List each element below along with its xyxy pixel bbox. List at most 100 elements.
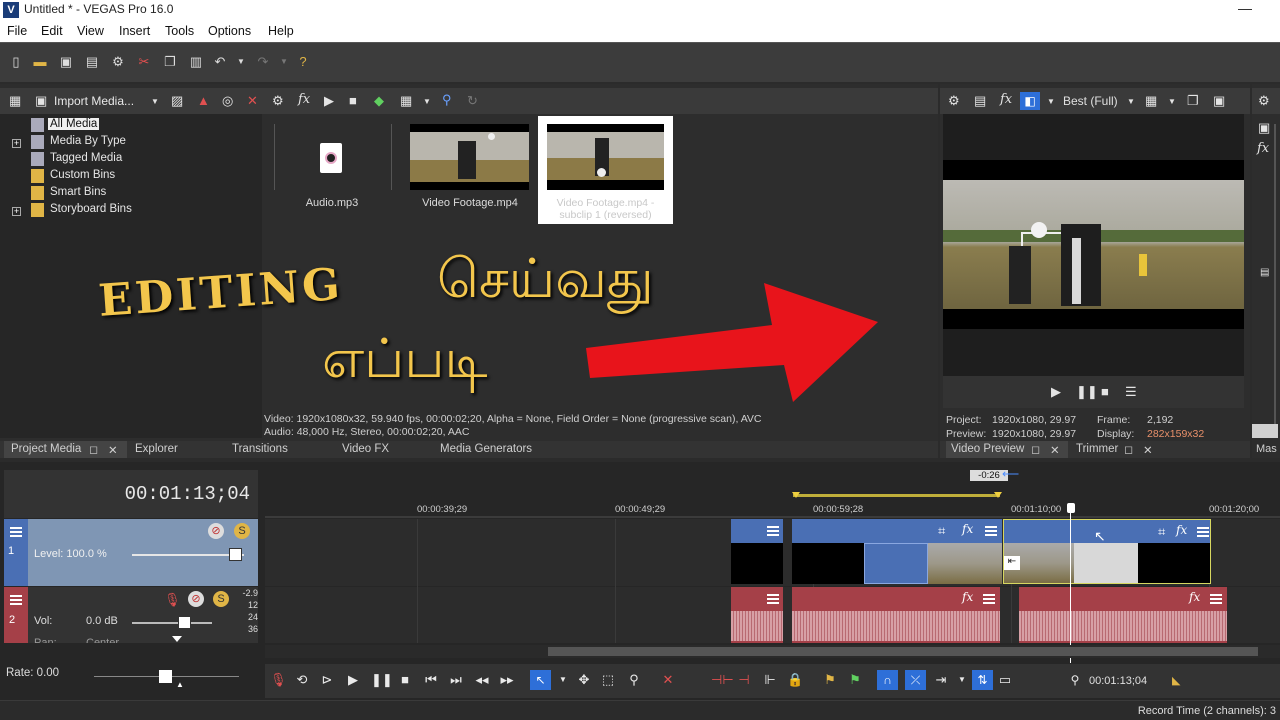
remove-unused-icon[interactable]: ◎ — [222, 94, 233, 108]
float-icon[interactable]: ◻ — [1124, 443, 1133, 457]
video-track-header[interactable]: 1 ⊘ S Level: 100.0 % — [4, 519, 258, 586]
preview-menu-icon[interactable]: ☰ — [1125, 385, 1137, 399]
cut-icon[interactable]: ✂ — [137, 55, 151, 69]
go-to-end-icon[interactable]: ⏭ — [448, 673, 464, 687]
import-media-icon[interactable]: ▣ — [35, 94, 47, 108]
audio-file-icon[interactable] — [320, 143, 342, 173]
clip-menu-icon[interactable] — [1210, 594, 1222, 604]
close-icon[interactable]: ✕ — [108, 443, 118, 457]
clip-menu-icon[interactable] — [983, 594, 995, 604]
fader-handle-icon[interactable]: ▤ — [1260, 266, 1269, 280]
save-as-icon[interactable]: ▤ — [85, 55, 99, 69]
whats-this-help-icon[interactable]: ? — [296, 55, 310, 69]
solo-icon[interactable]: S — [213, 591, 229, 607]
pause-icon[interactable]: ❚❚ — [371, 673, 393, 687]
save-icon[interactable]: ▣ — [59, 55, 73, 69]
expand-icon[interactable]: + — [12, 139, 21, 148]
undo-dropdown-icon[interactable]: ▼ — [234, 55, 248, 69]
loop-start-handle[interactable] — [792, 492, 800, 498]
record-arm-icon[interactable]: 🎙 — [164, 592, 181, 608]
float-icon[interactable]: ◻ — [89, 443, 98, 457]
tree-custom-bins[interactable]: Custom Bins — [50, 169, 115, 181]
minimize-icon[interactable] — [1238, 9, 1252, 10]
quality-dropdown-icon[interactable]: ▼ — [1127, 95, 1135, 109]
save-snapshot-icon[interactable]: ▣ — [1213, 94, 1225, 108]
ripple-dropdown-icon[interactable]: ▼ — [954, 673, 970, 687]
playhead-handle[interactable] — [1067, 503, 1075, 513]
close-icon[interactable]: ✕ — [1050, 443, 1060, 457]
tab-master[interactable]: Mas — [1256, 443, 1277, 455]
level-slider-handle[interactable] — [229, 548, 242, 561]
lock-icon[interactable]: 🔒 — [787, 673, 803, 687]
marker-icon[interactable]: ⚑ — [822, 673, 838, 687]
solo-icon[interactable]: S — [234, 523, 250, 539]
audio-track-header[interactable]: 2 🎙 ⊘ S Vol: 0.0 dB Pan: Center -2.9 12 … — [4, 587, 258, 643]
menu-insert[interactable]: Insert — [119, 24, 150, 38]
overlays-dropdown-icon[interactable]: ▼ — [1168, 95, 1176, 109]
prev-frame-icon[interactable]: ◂◂ — [474, 673, 490, 687]
clip-menu-icon[interactable] — [767, 594, 779, 604]
ripple-icon[interactable]: ⇥ — [933, 673, 949, 687]
mute-icon[interactable]: ⊘ — [188, 591, 204, 607]
tab-video-fx[interactable]: Video FX — [342, 443, 389, 457]
loop-region[interactable] — [793, 494, 1000, 497]
clip-fx-icon[interactable]: fx — [962, 522, 973, 536]
tree-smart-bins[interactable]: Smart Bins — [50, 186, 106, 198]
playhead[interactable] — [1070, 513, 1071, 663]
media-tree-icon[interactable]: ▦ — [9, 94, 21, 108]
selected-media-item[interactable]: Video Footage.mp4 - subclip 1 (reversed) — [538, 116, 673, 224]
auto-crossfade-icon[interactable]: ⤫ — [905, 670, 926, 690]
record-icon[interactable]: 🎙 — [270, 673, 287, 687]
video-clip[interactable] — [731, 519, 783, 584]
trim-start-icon[interactable]: ⊣ — [736, 673, 752, 687]
mute-icon[interactable]: ⊘ — [208, 523, 224, 539]
tab-project-media[interactable]: Project Media — [11, 443, 81, 457]
clip-menu-icon[interactable] — [767, 526, 779, 536]
lock-envelopes-icon[interactable]: ⇅ — [972, 670, 993, 690]
clip-menu-icon[interactable] — [1197, 527, 1209, 537]
overlays-icon[interactable]: ▦ — [1145, 94, 1157, 108]
search-icon[interactable]: ⚲ — [442, 93, 452, 107]
redo-dropdown-icon[interactable]: ▼ — [277, 55, 291, 69]
master-scroll[interactable] — [1252, 424, 1278, 438]
video-thumbnail[interactable] — [410, 124, 529, 190]
float-icon[interactable]: ◻ — [1031, 443, 1040, 457]
envelope-tool-icon[interactable]: ✥ — [576, 673, 592, 687]
next-frame-icon[interactable]: ▸▸ — [499, 673, 515, 687]
tree-all-media[interactable]: All Media — [48, 118, 100, 130]
pan-handle[interactable] — [172, 636, 182, 642]
play-from-start-icon[interactable]: ⊳ — [319, 673, 335, 687]
stop-icon[interactable]: ■ — [349, 94, 357, 108]
go-to-start-icon[interactable]: ⏮ — [423, 673, 439, 687]
tree-storyboard-bins[interactable]: Storyboard Bins — [50, 203, 132, 215]
redo-icon[interactable]: ↷ — [256, 55, 270, 69]
device-icon[interactable]: ▤ — [974, 94, 986, 108]
preview-pause-icon[interactable]: ❚❚ — [1076, 385, 1098, 399]
loop-playback-icon[interactable]: ⟲ — [294, 673, 310, 687]
clip-fx-icon[interactable]: fx — [962, 590, 973, 604]
preview-play-icon[interactable]: ▶ — [1051, 385, 1061, 399]
play-icon[interactable]: ▶ — [324, 94, 334, 108]
tab-explorer[interactable]: Explorer — [135, 443, 178, 457]
split-icon[interactable]: ⊩ — [762, 673, 778, 687]
open-icon[interactable]: ▬ — [33, 55, 47, 69]
preview-settings-icon[interactable]: ⚙ — [948, 94, 960, 108]
auto-scroll-icon[interactable]: ▭ — [997, 673, 1013, 687]
tab-media-generators[interactable]: Media Generators — [440, 443, 532, 457]
tab-video-preview[interactable]: Video Preview — [951, 443, 1024, 457]
split-dropdown-icon[interactable]: ▼ — [1047, 95, 1055, 109]
import-dropdown-icon[interactable]: ▼ — [151, 95, 159, 109]
rate-slider-handle[interactable] — [159, 670, 172, 683]
auto-preview-icon[interactable]: ◆ — [374, 94, 384, 108]
preview-stop-icon[interactable]: ■ — [1101, 385, 1109, 399]
reverse-icon[interactable]: ⇤ — [1004, 556, 1020, 570]
mixer-settings-icon[interactable]: ⚙ — [1258, 94, 1270, 108]
tab-trimmer[interactable]: Trimmer — [1076, 443, 1118, 457]
menu-tools[interactable]: Tools — [165, 24, 194, 38]
menu-options[interactable]: Options — [208, 24, 251, 38]
media-properties-icon[interactable]: ⚙ — [272, 94, 284, 108]
trim-icon[interactable]: ⊣⊢ — [711, 673, 734, 687]
refresh-icon[interactable]: ↻ — [467, 94, 478, 108]
audio-clip[interactable] — [731, 587, 783, 643]
normal-edit-tool-icon[interactable]: ↖ — [530, 670, 551, 690]
